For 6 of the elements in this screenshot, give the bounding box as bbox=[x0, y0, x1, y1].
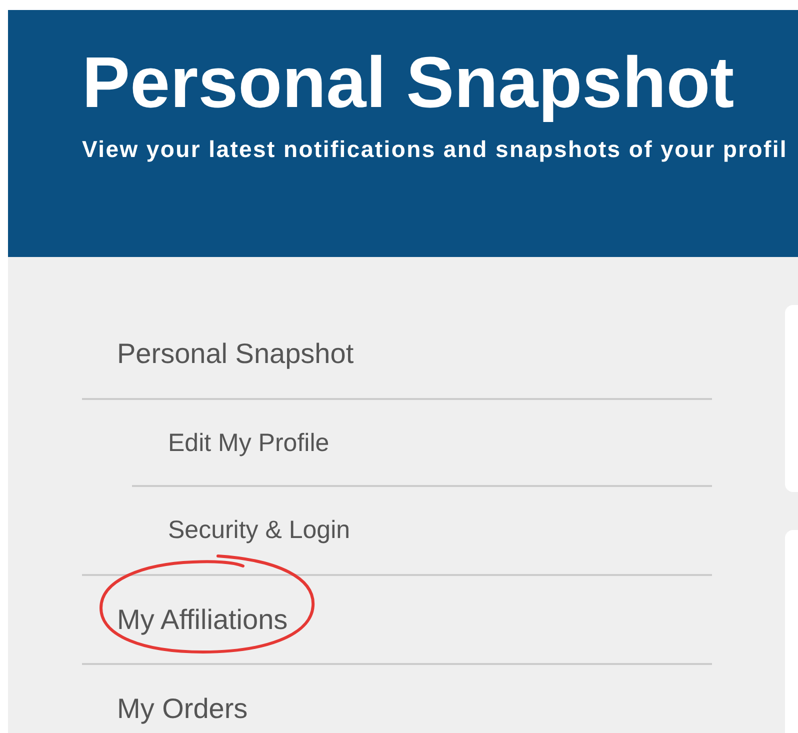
page-subtitle: View your latest notifications and snapshots of your profil bbox=[82, 136, 789, 163]
nav-link[interactable]: My Orders bbox=[117, 692, 248, 724]
nav-link[interactable]: Edit My Profile bbox=[168, 429, 330, 458]
nav-link[interactable]: Security & Login bbox=[168, 516, 350, 545]
nav-link[interactable]: My Affiliations bbox=[117, 604, 288, 636]
nav-link[interactable]: Personal Snapshot bbox=[117, 338, 354, 370]
